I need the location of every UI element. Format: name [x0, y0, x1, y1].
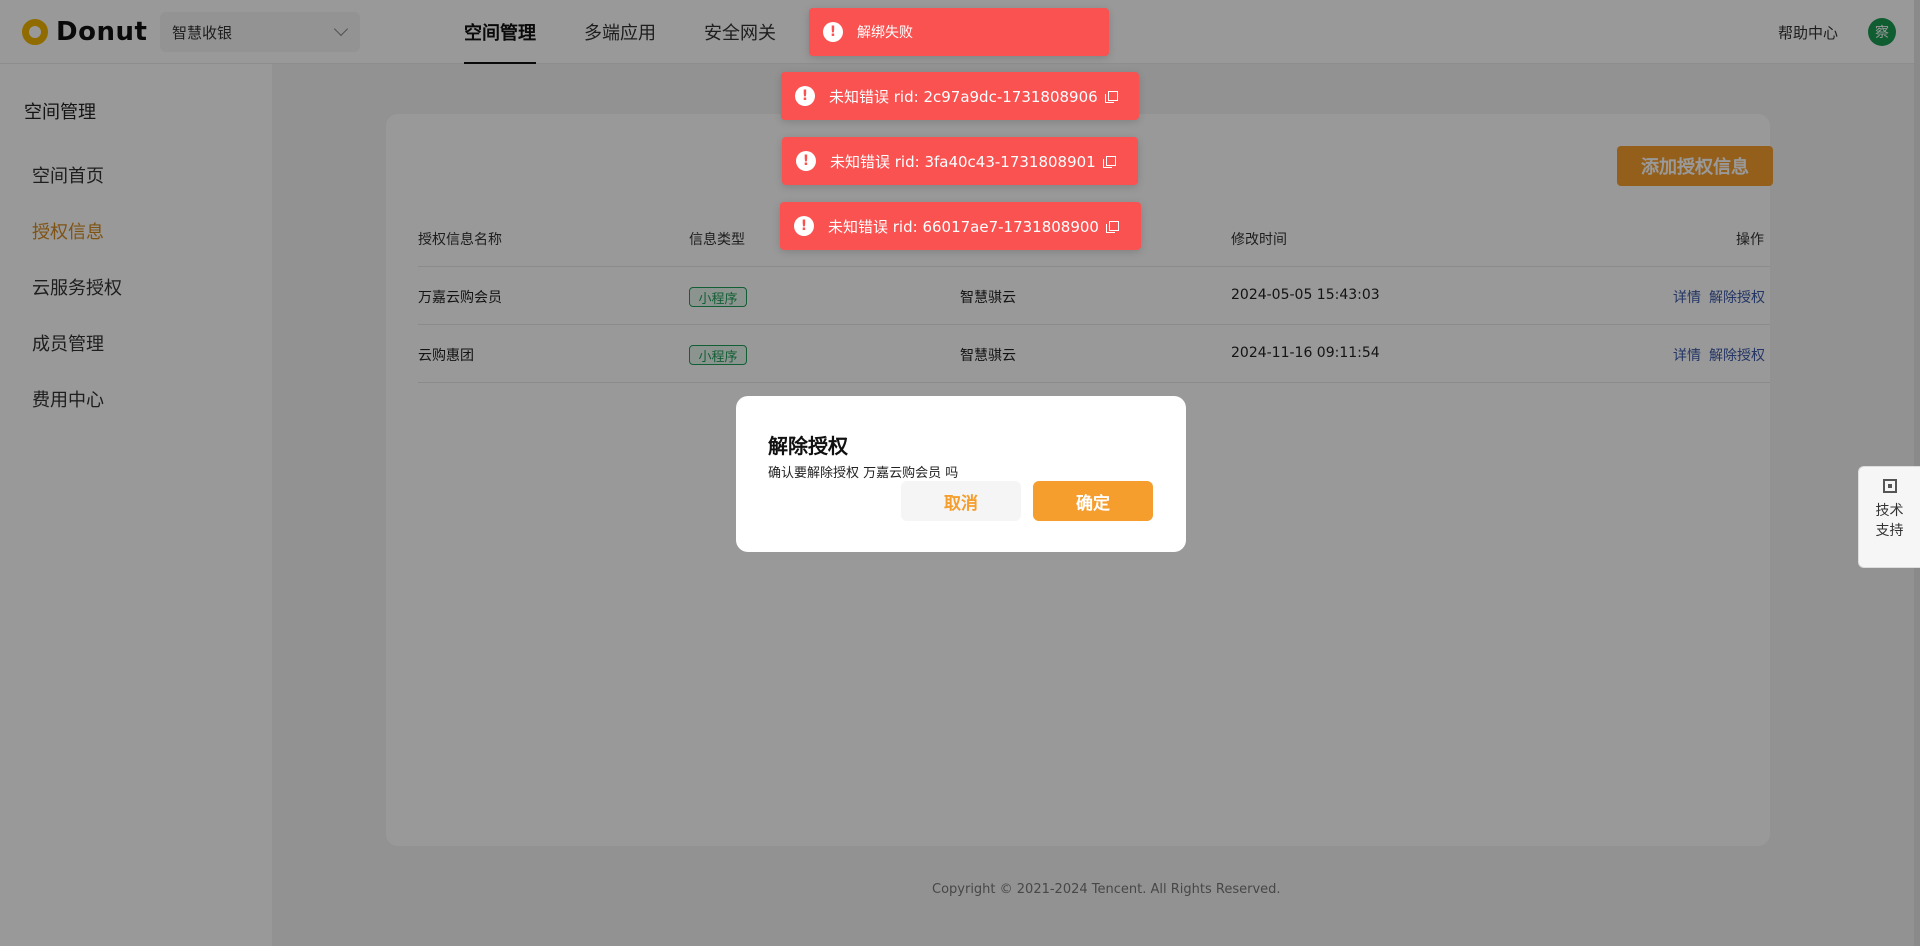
cancel-button[interactable]: 取消 — [901, 481, 1021, 521]
toast-message: 未知错误 rid: 3fa40c43-1731808901 — [830, 152, 1096, 171]
dialog-title: 解除授权 — [768, 434, 848, 458]
qr-code-icon — [1882, 479, 1897, 493]
unbind-confirm-dialog: 解除授权 确认要解除授权 万嘉云购会员 吗 取消 确定 — [736, 396, 1186, 552]
toast-message: 未知错误 rid: 66017ae7-1731808900 — [828, 217, 1099, 236]
toast-unbind-failed: ! 解绑失败 — [809, 8, 1109, 56]
copy-icon[interactable] — [1104, 91, 1118, 103]
toast-unknown-error: ! 未知错误 rid: 3fa40c43-1731808901 — [782, 137, 1138, 185]
error-icon: ! — [794, 216, 814, 236]
tech-support-widget[interactable]: 技术 支持 — [1858, 466, 1920, 568]
confirm-button[interactable]: 确定 — [1033, 481, 1153, 521]
error-icon: ! — [823, 22, 843, 42]
error-icon: ! — [795, 86, 815, 106]
copy-icon[interactable] — [1102, 156, 1116, 168]
tech-support-label-2: 支持 — [1875, 523, 1904, 539]
toast-message: 解绑失败 — [857, 25, 913, 41]
tech-support-label-1: 技术 — [1875, 503, 1904, 519]
toast-unknown-error: ! 未知错误 rid: 2c97a9dc-1731808906 — [781, 72, 1139, 120]
toast-unknown-error: ! 未知错误 rid: 66017ae7-1731808900 — [780, 202, 1141, 250]
error-icon: ! — [796, 151, 816, 171]
toast-message: 未知错误 rid: 2c97a9dc-1731808906 — [829, 87, 1098, 106]
dialog-message: 确认要解除授权 万嘉云购会员 吗 — [768, 466, 959, 481]
copy-icon[interactable] — [1105, 221, 1119, 233]
